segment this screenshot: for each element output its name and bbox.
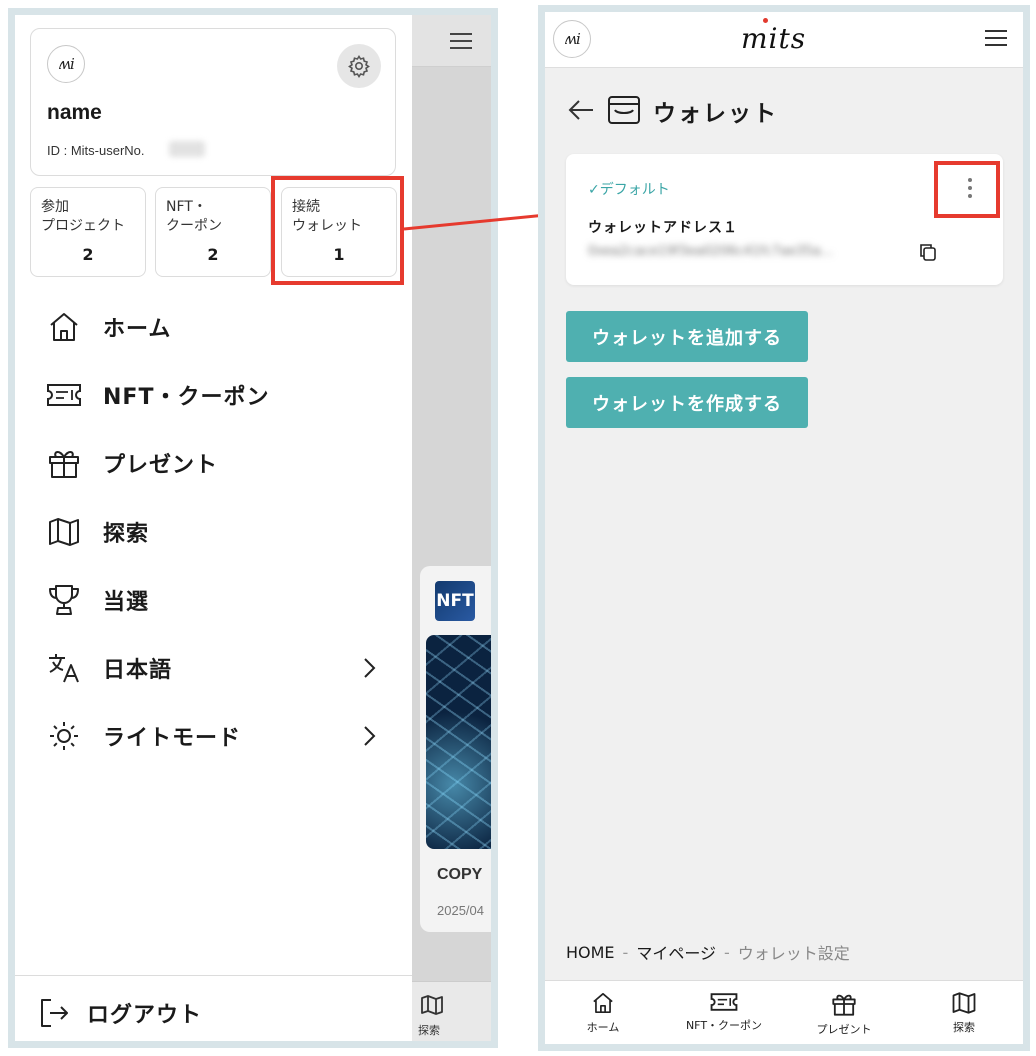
breadcrumb: HOME - マイページ - ウォレット設定	[566, 940, 850, 964]
logout-icon	[41, 999, 68, 1027]
stat-nft-coupons[interactable]: NFT・ クーポン 2	[155, 187, 271, 277]
avatar[interactable]: ʍi	[47, 45, 85, 83]
app-header: ʍi mits	[545, 12, 1023, 68]
menu-item-explore[interactable]: 探索	[45, 510, 381, 554]
stat-value: 2	[207, 245, 219, 264]
profile-card: ʍi name ID : Mits-userNo.	[30, 28, 396, 176]
add-wallet-button[interactable]: ウォレットを追加する	[566, 311, 808, 362]
tab-label: NFT・クーポン	[685, 1019, 763, 1032]
tab-explore-label[interactable]: 探索	[418, 1022, 440, 1038]
trophy-icon	[49, 585, 79, 615]
highlight-box	[271, 176, 404, 285]
menu-label: NFT・クーポン	[103, 385, 270, 410]
tab-home[interactable]: ホーム	[553, 991, 653, 1035]
side-drawer: ʍi name ID : Mits-userNo. 参加 プロジェクト 2 NF…	[15, 15, 412, 1041]
logout-label: ログアウト	[87, 1003, 203, 1028]
user-name: name	[47, 101, 102, 124]
app-logo[interactable]: ʍi	[553, 20, 591, 58]
menu-item-light-mode[interactable]: ライトモード	[45, 714, 381, 758]
breadcrumb-home[interactable]: HOME	[566, 943, 615, 962]
home-icon	[50, 313, 78, 341]
gift-icon	[832, 994, 856, 1016]
breadcrumb-current: ウォレット設定	[737, 944, 850, 963]
nft-card-date: 2025/04	[437, 903, 484, 918]
gift-icon	[49, 451, 79, 478]
tab-label: ホーム	[586, 1021, 620, 1034]
back-arrow-icon[interactable]	[567, 96, 595, 124]
tab-label: 探索	[953, 1021, 975, 1034]
default-badge: ✓デフォルト	[588, 182, 670, 198]
map-icon[interactable]	[420, 994, 444, 1016]
menu-label: 日本語	[103, 658, 173, 683]
menu-item-nft-coupons[interactable]: NFT・クーポン	[45, 373, 381, 417]
menu-item-present[interactable]: プレゼント	[45, 441, 381, 485]
menu-label: ライトモード	[103, 726, 242, 751]
user-id-redacted	[169, 141, 205, 157]
tab-label: プレゼント	[816, 1023, 872, 1036]
gear-icon	[348, 55, 370, 78]
breadcrumb-separator: -	[724, 942, 730, 962]
wallet-address: 0xea2cace19f3ea0206c41fc7ae35a...	[588, 244, 834, 259]
background-header	[412, 15, 491, 67]
hamburger-menu-icon[interactable]	[985, 30, 1007, 46]
menu-item-home[interactable]: ホーム	[45, 305, 381, 349]
wallet-icon	[608, 96, 640, 124]
tab-explore[interactable]: 探索	[914, 991, 1014, 1035]
breadcrumb-separator: -	[622, 942, 629, 962]
brand-logo[interactable]: mits	[741, 22, 806, 55]
menu-label: プレゼント	[103, 453, 219, 478]
logout-button[interactable]: ログアウト	[37, 991, 202, 1035]
background-app: NFT COPY 2025/04 探索	[412, 15, 491, 1041]
sun-icon	[50, 722, 78, 750]
highlight-box	[934, 161, 1000, 218]
chevron-right-icon	[364, 726, 376, 746]
menu-label: 当選	[103, 590, 150, 615]
copy-icon[interactable]	[918, 242, 938, 262]
wallet-name: ウォレットアドレス１	[588, 220, 738, 236]
create-wallet-button[interactable]: ウォレットを作成する	[566, 377, 808, 428]
breadcrumb-mypage[interactable]: マイページ	[636, 940, 716, 964]
settings-button[interactable]	[337, 44, 381, 88]
stat-value: 2	[82, 245, 94, 264]
stat-label: 参加 プロジェクト	[41, 199, 125, 234]
menu-label: 探索	[103, 522, 150, 547]
hamburger-menu-icon[interactable]	[450, 33, 472, 49]
nft-logo: NFT	[435, 581, 475, 621]
bottom-nav: ホーム NFT・クーポン プレゼント 探索	[545, 980, 1023, 1044]
nft-card-image	[426, 635, 491, 849]
menu-item-language[interactable]: 日本語	[45, 646, 381, 690]
menu-item-winners[interactable]: 当選	[45, 578, 381, 622]
page-title: ウォレット	[653, 101, 778, 127]
map-icon	[952, 992, 976, 1014]
divider	[15, 975, 412, 976]
user-id: ID : Mits-userNo.	[47, 143, 145, 158]
home-icon	[593, 992, 613, 1014]
ticket-icon	[710, 993, 738, 1011]
stat-projects[interactable]: 参加 プロジェクト 2	[30, 187, 146, 277]
background-bottom-nav: 探索	[412, 981, 491, 1041]
map-icon	[49, 518, 79, 546]
stat-label: NFT・ クーポン	[166, 199, 222, 234]
drawer-screenshot: NFT COPY 2025/04 探索 ʍi name ID : Mits-us…	[8, 8, 498, 1048]
ticket-icon	[47, 384, 81, 406]
wallet-screenshot: ʍi mits ウォレット ✓デフォルト ウォレットアドレス１ 0xea2cac…	[538, 5, 1030, 1051]
nft-card-title: COPY	[437, 866, 483, 883]
tab-present[interactable]: プレゼント	[794, 991, 894, 1037]
translate-icon	[49, 654, 79, 683]
menu-label: ホーム	[103, 317, 172, 342]
chevron-right-icon	[364, 658, 376, 678]
tab-nft-coupons[interactable]: NFT・クーポン	[674, 991, 774, 1033]
